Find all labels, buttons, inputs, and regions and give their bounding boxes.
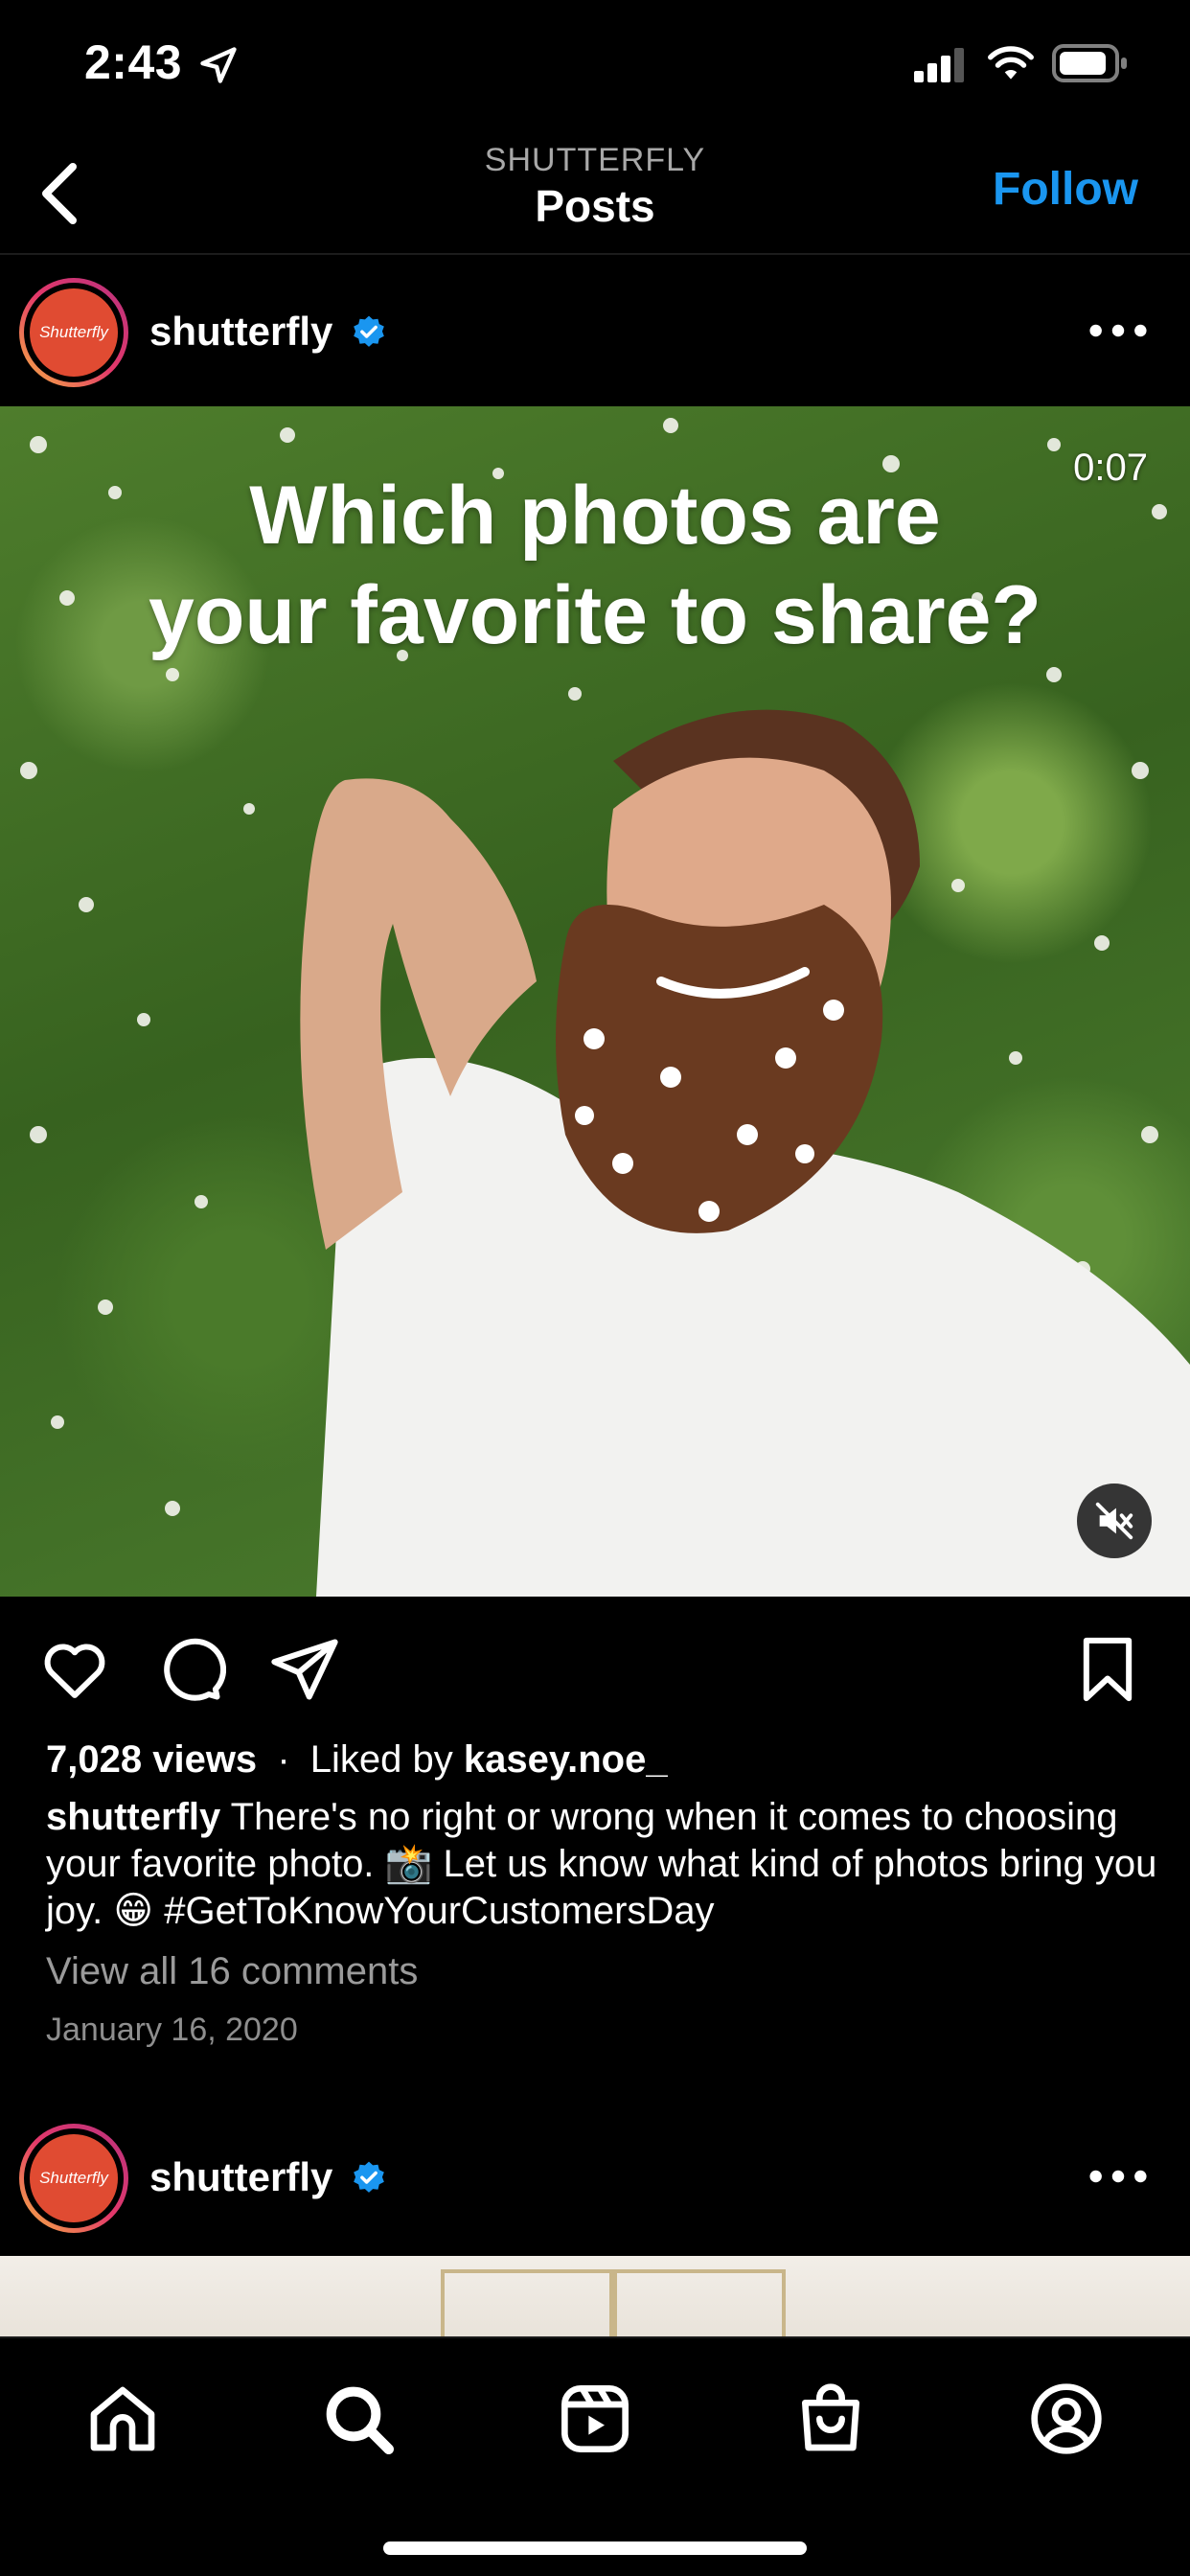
cellular-signal-icon [914, 48, 964, 82]
story-ring[interactable]: Shutterfly [19, 2124, 128, 2233]
battery-icon [1052, 44, 1127, 82]
share-send-icon[interactable] [268, 1633, 341, 1706]
more-options-icon[interactable] [1085, 316, 1152, 345]
post-username[interactable]: shutterfly [149, 309, 332, 355]
muted-speaker-icon [1095, 1502, 1133, 1540]
post-meta: 7,028 views · Liked by kasey.noe_ shutte… [46, 1731, 1157, 2056]
wifi-icon [988, 46, 1034, 80]
picture-frame-shape [613, 2269, 786, 2336]
verified-badge-icon [354, 2161, 384, 2193]
profile-icon[interactable] [1028, 2380, 1105, 2457]
post-actions [0, 1597, 1190, 1740]
search-icon[interactable] [320, 2380, 397, 2457]
caption-username[interactable]: shutterfly [46, 1796, 220, 1838]
liked-by-user[interactable]: kasey.noe_ [464, 1738, 668, 1781]
location-arrow-icon [200, 47, 237, 83]
overlay-line-1: Which photos are [249, 470, 941, 562]
comment-bubble-icon[interactable] [153, 1633, 226, 1706]
post-date: January 16, 2020 [46, 2012, 298, 2048]
nav-header: SHUTTERFLY Posts Follow [0, 134, 1190, 255]
separator: · [277, 1738, 290, 1781]
save-bookmark-icon[interactable] [1071, 1633, 1144, 1706]
screen: 2:43 SHUTTERFLY Posts Follow Shutterfly … [0, 0, 1190, 2576]
follow-button[interactable]: Follow [993, 163, 1138, 216]
status-time: 2:43 [84, 35, 183, 89]
next-post-media[interactable] [0, 2256, 1190, 2336]
status-bar: 2:43 [0, 0, 1190, 134]
post-header: Shutterfly shutterfly [0, 255, 1190, 408]
view-all-comments-link[interactable]: View all 16 comments [46, 1944, 1157, 1998]
views-count[interactable]: 7,028 views [46, 1738, 257, 1781]
overlay-line-2: your favorite to share? [149, 569, 1041, 661]
home-indicator[interactable] [383, 2542, 807, 2555]
picture-frame-shape [441, 2269, 613, 2336]
video-overlay-text: Which photos are your favorite to share? [0, 466, 1190, 665]
liked-by-prefix: Liked by [309, 1738, 453, 1781]
like-heart-icon[interactable] [38, 1633, 111, 1706]
caption: shutterfly There's no right or wrong whe… [46, 1794, 1157, 1935]
story-ring[interactable]: Shutterfly [19, 278, 128, 387]
post-username[interactable]: shutterfly [149, 2154, 332, 2200]
bottom-tab-bar [0, 2336, 1190, 2576]
avatar: Shutterfly [30, 288, 118, 377]
reels-icon[interactable] [557, 2380, 633, 2457]
avatar: Shutterfly [30, 2134, 118, 2222]
views-line: 7,028 views · Liked by kasey.noe_ [46, 1731, 1157, 1788]
post-video[interactable]: 0:07 Which photos are your favorite to s… [0, 406, 1190, 1597]
mute-button[interactable] [1077, 1484, 1152, 1558]
more-options-icon[interactable] [1085, 2162, 1152, 2191]
verified-badge-icon [354, 315, 384, 347]
home-icon[interactable] [84, 2380, 161, 2457]
shop-bag-icon[interactable] [792, 2380, 869, 2457]
next-post-header: Shutterfly shutterfly [0, 2101, 1190, 2254]
